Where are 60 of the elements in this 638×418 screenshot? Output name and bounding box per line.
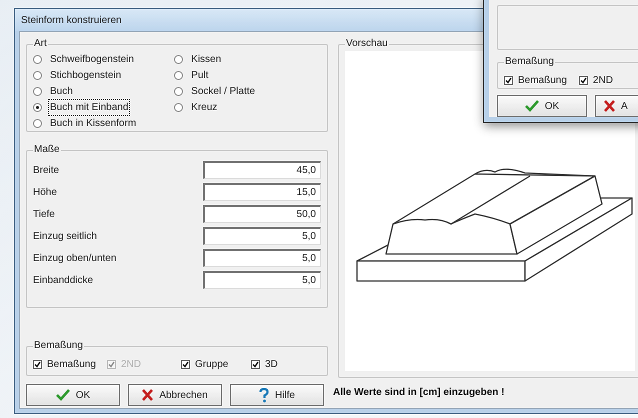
field-label: Tiefe xyxy=(33,208,55,222)
group-label: Bemaßung xyxy=(504,55,555,69)
radio-button[interactable] xyxy=(174,86,184,96)
checkmark-icon xyxy=(252,361,259,368)
field-label: Breite xyxy=(33,164,60,178)
radio-button[interactable] xyxy=(174,54,184,64)
radio-label[interactable]: Buch in Kissenform xyxy=(48,114,138,132)
radio-label[interactable]: Pult xyxy=(189,66,210,84)
checkmark-icon xyxy=(34,361,41,368)
input-field[interactable]: 5,0 xyxy=(203,271,321,289)
radio-label[interactable]: Buch mit Einband xyxy=(48,98,130,116)
dialog-button[interactable]: A xyxy=(595,95,638,117)
close-icon xyxy=(604,100,615,112)
checkmark-icon xyxy=(524,100,539,112)
input-field[interactable]: 50,0 xyxy=(203,205,321,223)
checkmark-icon xyxy=(108,361,115,368)
checkmark-icon xyxy=(580,77,587,84)
radio-button[interactable] xyxy=(33,118,42,128)
checkbox[interactable] xyxy=(578,76,588,85)
dialog-button[interactable]: OK xyxy=(26,384,120,406)
radio-label[interactable]: Buch xyxy=(48,82,75,100)
input-field[interactable]: 15,0 xyxy=(203,183,321,201)
checkmark-icon xyxy=(182,361,189,368)
help-icon xyxy=(258,388,269,402)
input-field[interactable]: 5,0 xyxy=(203,227,321,245)
checkbox-label[interactable]: 3D xyxy=(265,357,278,372)
checkbox-label[interactable]: Bemaßung xyxy=(518,73,567,88)
radio-button[interactable] xyxy=(33,70,42,80)
close-icon xyxy=(142,389,154,401)
radio-label[interactable]: Kreuz xyxy=(189,98,220,116)
field-label: Höhe xyxy=(33,186,57,200)
dialog-button[interactable]: Hilfe xyxy=(230,384,324,406)
radio-label[interactable]: Sockel / Platte xyxy=(189,82,258,100)
checkbox-label[interactable]: Gruppe xyxy=(195,357,228,372)
radio-button[interactable] xyxy=(174,70,184,80)
group-label: Bemaßung xyxy=(33,339,84,353)
checkbox[interactable] xyxy=(33,360,42,369)
checkbox-label[interactable]: Bemaßung xyxy=(47,357,96,372)
checkbox-label[interactable]: 2ND xyxy=(592,73,613,88)
dialog-button[interactable]: Abbrechen xyxy=(128,384,222,406)
input-field[interactable]: 5,0 xyxy=(203,249,321,267)
input-field[interactable]: 45,0 xyxy=(203,161,321,179)
radio-button[interactable] xyxy=(33,54,42,64)
checkbox[interactable] xyxy=(251,360,260,369)
checkbox[interactable] xyxy=(504,76,513,85)
radio-button[interactable] xyxy=(174,102,184,112)
radio-button[interactable] xyxy=(33,102,42,112)
checkmark-icon xyxy=(505,77,512,84)
checkbox[interactable] xyxy=(181,360,190,369)
hint-text: Alle Werte sind in [cm] einzugeben ! xyxy=(333,387,505,398)
window-title: Steinform konstruieren xyxy=(21,14,122,28)
field-label: Einzug seitlich xyxy=(33,230,97,244)
checkmark-icon xyxy=(56,389,70,401)
radio-label[interactable]: Kissen xyxy=(189,50,224,68)
field-label: Einbanddicke xyxy=(33,274,94,288)
field-label: Einzug oben/unten xyxy=(33,252,116,266)
radio-label[interactable]: Schweifbogenstein xyxy=(48,50,136,68)
radio-button[interactable] xyxy=(33,86,42,96)
radio-label[interactable]: Stichbogenstein xyxy=(48,66,124,84)
dialog-button[interactable]: OK xyxy=(497,95,587,117)
